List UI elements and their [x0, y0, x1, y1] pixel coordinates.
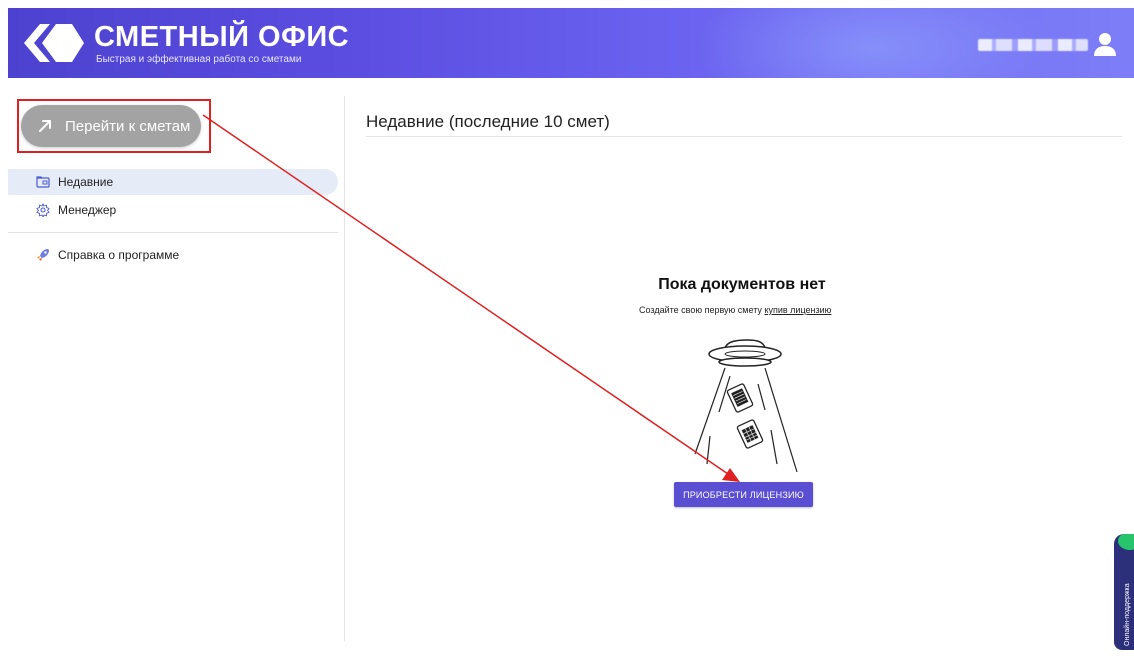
empty-state-subtitle-text: Создайте свою первую смету [639, 305, 762, 315]
sidebar-item-about[interactable]: Справка о программе [8, 242, 338, 268]
user-icon[interactable] [1092, 31, 1118, 57]
sidebar: Перейти к сметам Недавние Менеджер Справ… [8, 96, 345, 641]
page-title: Недавние (последние 10 смет) [366, 112, 610, 131]
empty-state-title-wrap: Пока документов нет [0, 276, 1134, 294]
brand-subtitle: Быстрая и эффективная работа со сметами [96, 54, 302, 65]
empty-state-subtitle: Создайте свою первую смету купив лицензи… [639, 305, 831, 315]
ufo-illustration-icon [694, 339, 798, 473]
brand-title: СМЕТНЫЙ ОФИС [94, 21, 350, 53]
online-support-tab[interactable]: Онлайн-поддержка [1114, 534, 1134, 650]
sidebar-item-label: Справка о программе [58, 248, 180, 262]
sidebar-item-manager[interactable]: Менеджер [8, 197, 338, 223]
sidebar-item-label: Менеджер [58, 203, 117, 217]
title-divider [366, 136, 1122, 137]
folder-icon [36, 176, 50, 188]
sidebar-item-recent[interactable]: Недавние [8, 169, 338, 195]
empty-state-title: Пока документов нет [658, 276, 826, 293]
app-header: СМЕТНЫЙ ОФИС Быстрая и эффективная работ… [8, 8, 1134, 78]
logo-icon[interactable] [20, 22, 86, 64]
rocket-icon [37, 249, 49, 261]
user-name-blurred[interactable] [978, 39, 1088, 51]
buy-license-link[interactable]: купив лицензию [764, 305, 831, 315]
annotation-highlight-box [17, 99, 211, 153]
sidebar-divider [8, 232, 338, 233]
sidebar-item-label: Недавние [58, 175, 114, 189]
online-support-label: Онлайн-поддержка [1124, 583, 1131, 646]
gear-icon [36, 203, 50, 217]
buy-license-button[interactable]: ПРИОБРЕСТИ ЛИЦЕНЗИЮ [674, 482, 813, 507]
support-status-indicator [1118, 534, 1134, 550]
